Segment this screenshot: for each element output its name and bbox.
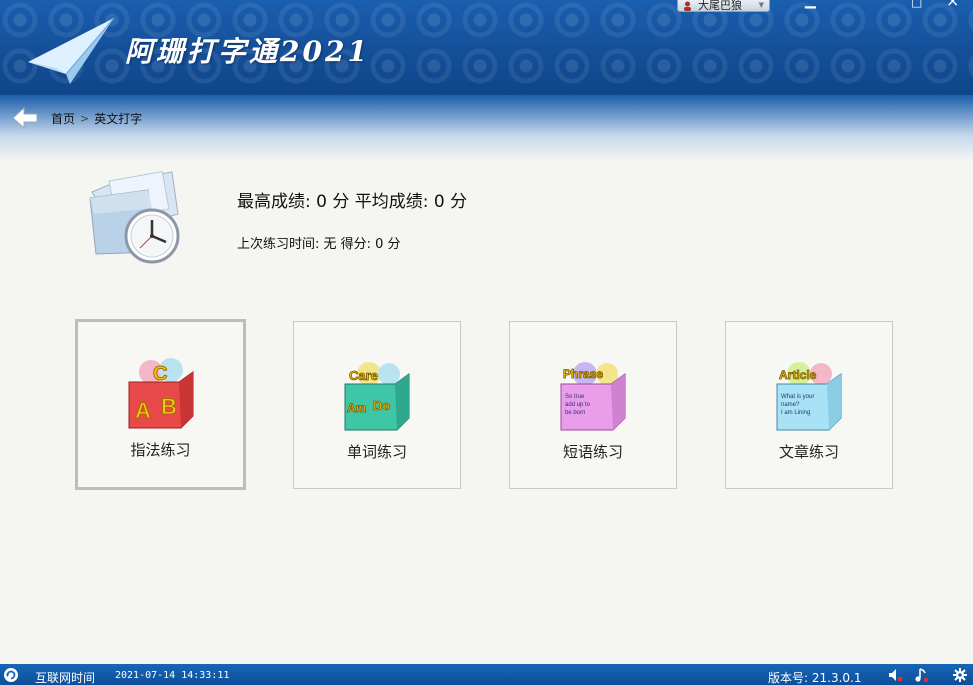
svg-text:What is your: What is your (781, 394, 814, 400)
svg-text:be born: be born (565, 410, 585, 416)
article-box-icon: Article What is your name? I am Lining (776, 362, 842, 431)
word-box-icon: Care Am Do (344, 362, 410, 431)
svg-text:Phrase: Phrase (563, 367, 603, 381)
svg-text:So true: So true (565, 394, 585, 400)
svg-text:Article: Article (779, 368, 817, 382)
app-title: 阿珊打字通2021 (125, 35, 370, 68)
svg-text:name?: name? (781, 402, 800, 408)
music-note-icon[interactable] (913, 667, 929, 683)
breadcrumb-band: 首页 > 英文打字 (0, 95, 973, 161)
chevron-down-icon: ▼ (758, 1, 764, 9)
minimize-button[interactable]: ▁ (805, 0, 816, 8)
gear-icon[interactable] (952, 667, 968, 683)
breadcrumb: 首页 > 英文打字 (51, 110, 142, 127)
user-avatar-icon (684, 1, 691, 11)
svg-text:Care: Care (349, 368, 378, 383)
current-datetime: 2021-07-14 14:33:11 (115, 670, 230, 681)
back-arrow-icon[interactable] (12, 107, 38, 129)
svg-text:A: A (135, 398, 151, 423)
card-finger-practice[interactable]: C A B 指法练习 (75, 319, 246, 490)
version-label: 版本号: 21.3.0.1 (768, 671, 862, 685)
svg-text:B: B (161, 394, 177, 419)
status-bar: 互联网时间 2021-07-14 14:33:11 版本号: 21.3.0.1 (0, 664, 973, 685)
card-label: 指法练习 (130, 441, 191, 459)
card-article-practice[interactable]: Article What is your name? I am Lining 文… (725, 321, 893, 489)
card-label: 短语练习 (562, 443, 623, 461)
breadcrumb-home-link[interactable]: 首页 (51, 110, 75, 127)
svg-text:I am Lining: I am Lining (781, 410, 810, 416)
card-phrase-practice[interactable]: Phrase So true add up to be born 短语练习 (509, 321, 677, 489)
card-label: 文章练习 (778, 443, 839, 461)
card-label: 单词练习 (346, 443, 407, 461)
abc-box-icon: C A B (128, 358, 193, 429)
svg-text:Do: Do (373, 398, 390, 413)
refresh-icon[interactable] (3, 667, 19, 683)
phrase-box-icon: Phrase So true add up to be born (560, 362, 626, 431)
network-time-label: 互联网时间 (35, 671, 96, 685)
app-header: 阿珊打字通2021 大尾巴狼 ▼ ▁ □ × (0, 0, 973, 95)
folder-clock-icon (89, 171, 180, 264)
close-button[interactable]: × (946, 0, 959, 9)
card-word-practice[interactable]: Care Am Do 单词练习 (293, 321, 461, 489)
maximize-button[interactable]: □ (911, 0, 922, 9)
user-menu-button[interactable]: 大尾巴狼 ▼ (677, 0, 770, 12)
last-practice-info: 上次练习时间: 无 得分: 0 分 (237, 237, 401, 252)
breadcrumb-current: 英文打字 (94, 112, 143, 126)
svg-text:add up to: add up to (565, 402, 591, 408)
svg-text:Am: Am (347, 401, 366, 415)
best-and-average-score: 最高成绩: 0 分 平均成绩: 0 分 (237, 192, 468, 212)
user-name: 大尾巴狼 (698, 0, 742, 12)
paper-plane-logo-icon (28, 17, 115, 84)
breadcrumb-separator: > (80, 112, 90, 125)
volume-icon[interactable] (887, 667, 903, 683)
